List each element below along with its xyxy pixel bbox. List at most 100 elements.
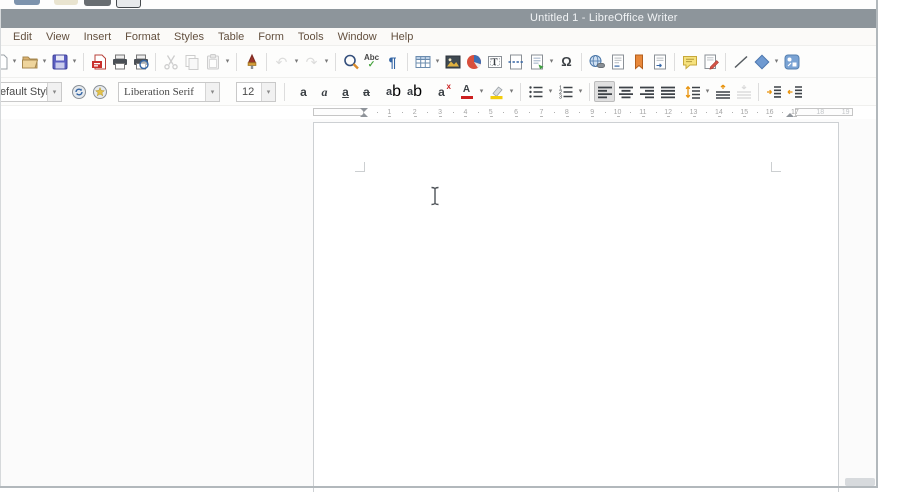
export-pdf-icon[interactable] — [88, 51, 109, 72]
left-indent-marker[interactable] — [360, 113, 368, 117]
undo-icon[interactable]: ↶ — [271, 51, 292, 72]
insert-field-icon[interactable] — [526, 51, 547, 72]
menu-item-format[interactable]: Format — [118, 31, 167, 43]
basic-shapes-icon[interactable] — [751, 51, 772, 72]
line-spacing-icon[interactable] — [682, 81, 703, 102]
toolbar-separator — [407, 52, 408, 71]
track-changes-icon[interactable] — [700, 51, 721, 72]
formatting-marks-icon[interactable]: ¶ — [382, 51, 403, 72]
align-center-icon[interactable] — [615, 81, 636, 102]
align-left-icon[interactable] — [594, 81, 615, 102]
bullet-list-icon[interactable] — [525, 81, 546, 102]
new-style-icon[interactable] — [89, 81, 110, 102]
screen-frame-bottom — [0, 486, 878, 488]
menu-item-tools[interactable]: Tools — [291, 31, 331, 43]
numbered-list-caret[interactable]: ▾ — [576, 87, 585, 97]
insert-footnote-icon[interactable] — [607, 51, 628, 72]
undo-dropdown-caret[interactable]: ▾ — [292, 57, 301, 67]
new-dropdown-caret[interactable]: ▾ — [10, 57, 19, 67]
menu-item-form[interactable]: Form — [251, 31, 291, 43]
italic-icon[interactable]: a — [314, 81, 335, 102]
print-preview-icon[interactable] — [130, 51, 151, 72]
bullet-list-caret[interactable]: ▾ — [546, 87, 555, 97]
superscript-icon[interactable]: ab — [383, 81, 404, 102]
toolbar-separator — [520, 82, 521, 101]
toolbar-separator — [284, 82, 285, 101]
redo-icon[interactable]: ↷ — [301, 51, 322, 72]
clear-formatting-icon[interactable]: ax — [431, 81, 452, 102]
open-dropdown-caret[interactable]: ▾ — [40, 57, 49, 67]
paragraph-style-caret[interactable]: ▾ — [47, 82, 61, 101]
copy-icon[interactable] — [181, 51, 202, 72]
menu-item-window[interactable]: Window — [331, 31, 384, 43]
first-line-indent-marker[interactable] — [360, 108, 368, 112]
field-dropdown-caret[interactable]: ▾ — [547, 57, 556, 67]
font-color-caret[interactable]: ▾ — [477, 87, 486, 97]
cut-icon[interactable] — [160, 51, 181, 72]
font-size-caret[interactable]: ▾ — [261, 82, 275, 101]
underline-icon[interactable]: a — [335, 81, 356, 102]
new-document-icon[interactable] — [1, 51, 10, 72]
menu-item-view[interactable]: View — [39, 31, 77, 43]
table-dropdown-caret[interactable]: ▾ — [433, 57, 442, 67]
justify-icon[interactable] — [657, 81, 678, 102]
paragraph-style-combo[interactable]: Default Style ▾ — [0, 81, 62, 102]
update-style-icon[interactable] — [68, 81, 89, 102]
insert-bookmark-icon[interactable] — [628, 51, 649, 72]
top-screen-strip — [0, 0, 876, 9]
font-size-combo[interactable]: 12 ▾ — [236, 81, 276, 102]
spelling-icon[interactable]: Abc ✓ — [361, 51, 382, 72]
formatting-toolbar: Default Style ▾ Liberation Serif ▾ 12 ▾ … — [0, 78, 876, 106]
decrease-paragraph-spacing-icon[interactable] — [733, 81, 754, 102]
subscript-icon[interactable]: ab — [404, 81, 425, 102]
special-character-icon[interactable]: Ω — [556, 51, 577, 72]
save-icon[interactable] — [49, 51, 70, 72]
show-draw-functions-icon[interactable] — [781, 51, 802, 72]
toolbar-separator — [266, 52, 267, 71]
menu-item-styles[interactable]: Styles — [167, 31, 211, 43]
increase-paragraph-spacing-icon[interactable] — [712, 81, 733, 102]
open-file-icon[interactable] — [19, 51, 40, 72]
cross-reference-icon[interactable] — [649, 51, 670, 72]
toolbar-separator — [155, 52, 156, 71]
menu-item-table[interactable]: Table — [211, 31, 251, 43]
font-name-combo[interactable]: Liberation Serif ▾ — [118, 81, 220, 102]
align-right-icon[interactable] — [636, 81, 657, 102]
insert-hyperlink-icon[interactable] — [586, 51, 607, 72]
insert-text-box-icon[interactable]: T — [484, 51, 505, 72]
decrease-indent-icon[interactable] — [784, 81, 805, 102]
toolbar-separator — [581, 52, 582, 71]
find-replace-icon[interactable] — [340, 51, 361, 72]
right-indent-marker[interactable] — [786, 113, 794, 117]
menu-item-help[interactable]: Help — [384, 31, 421, 43]
insert-image-icon[interactable] — [442, 51, 463, 72]
shapes-dropdown-caret[interactable]: ▾ — [772, 57, 781, 67]
bold-icon[interactable]: a — [293, 81, 314, 102]
ruler-left-margin — [313, 108, 364, 116]
increase-indent-icon[interactable] — [763, 81, 784, 102]
title-bar[interactable]: Untitled 1 - LibreOffice Writer — [0, 9, 876, 28]
highlight-color-icon[interactable] — [486, 81, 507, 102]
numbered-list-icon[interactable]: 123 — [555, 81, 576, 102]
insert-table-icon[interactable] — [412, 51, 433, 72]
menu-item-edit[interactable]: Edit — [6, 31, 39, 43]
insert-chart-icon[interactable] — [463, 51, 484, 72]
save-dropdown-caret[interactable]: ▾ — [70, 57, 79, 67]
insert-comment-icon[interactable] — [679, 51, 700, 72]
line-spacing-caret[interactable]: ▾ — [703, 87, 712, 97]
toolbar-separator — [83, 52, 84, 71]
clone-formatting-icon[interactable] — [241, 51, 262, 72]
strikethrough-icon[interactable]: a — [356, 81, 377, 102]
insert-line-icon[interactable] — [730, 51, 751, 72]
print-icon[interactable] — [109, 51, 130, 72]
redo-dropdown-caret[interactable]: ▾ — [322, 57, 331, 67]
menu-item-insert[interactable]: Insert — [77, 31, 119, 43]
font-color-icon[interactable]: A — [456, 81, 477, 102]
font-name-caret[interactable]: ▾ — [205, 82, 219, 101]
highlight-caret[interactable]: ▾ — [507, 87, 516, 97]
document-page[interactable] — [313, 122, 839, 492]
paste-dropdown-caret[interactable]: ▾ — [223, 57, 232, 67]
insert-page-break-icon[interactable] — [505, 51, 526, 72]
remote-desktop-screen: Untitled 1 - LibreOffice Writer Edit Vie… — [0, 0, 899, 492]
paste-icon[interactable] — [202, 51, 223, 72]
